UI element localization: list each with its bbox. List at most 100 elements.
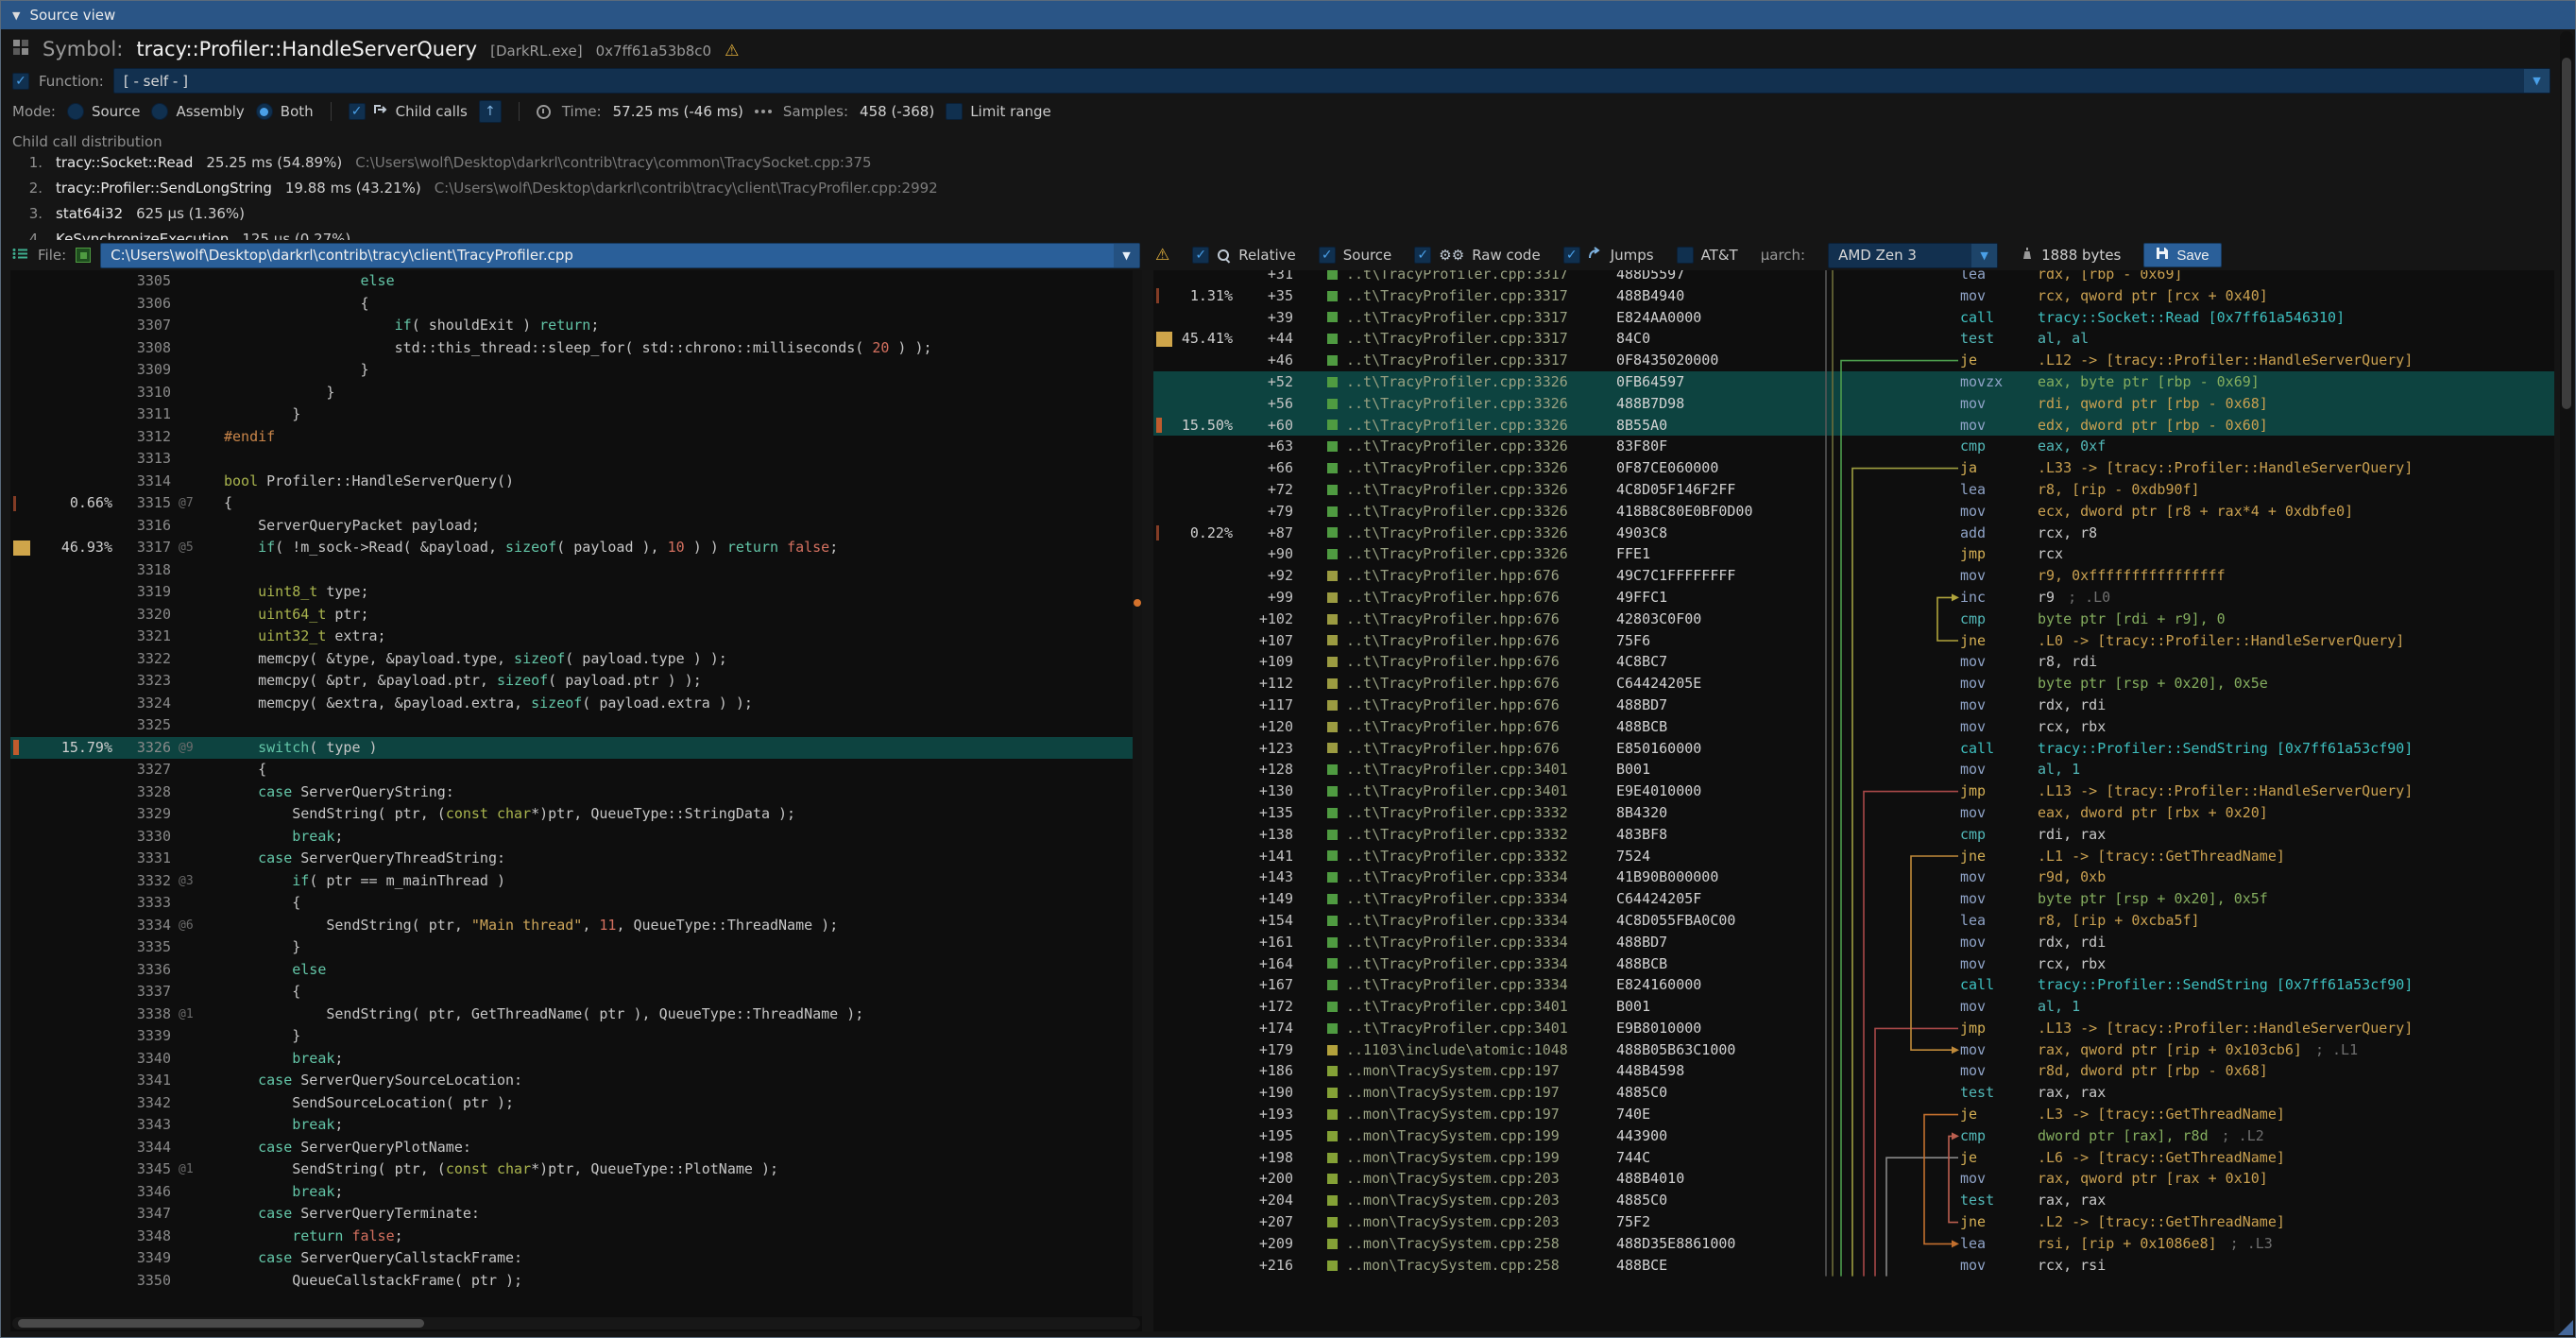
mode-source-radio[interactable]: Source — [67, 103, 141, 120]
source-checkbox[interactable]: ✓ Source — [1319, 247, 1392, 264]
source-line[interactable]: 3319 uint8_t type; — [10, 581, 1142, 604]
source-line[interactable]: 3313 — [10, 448, 1142, 471]
asm-row[interactable]: +216..mon\TracySystem.cpp:258488BCEmovrc… — [1153, 1255, 2554, 1277]
source-line[interactable]: 3343 break; — [10, 1114, 1142, 1137]
asm-row[interactable]: +172..t\TracyProfiler.cpp:3401B001moval,… — [1153, 996, 2554, 1018]
source-line[interactable]: 3346 break; — [10, 1181, 1142, 1204]
asm-row[interactable]: +90..t\TracyProfiler.cpp:3326FFE1jmprcx — [1153, 543, 2554, 565]
asm-row[interactable]: +52..t\TracyProfiler.cpp:33260FB64597mov… — [1153, 371, 2554, 393]
asm-row[interactable]: +31..t\TracyProfiler.cpp:3317488D5597lea… — [1153, 270, 2554, 285]
source-line[interactable]: 3314bool Profiler::HandleServerQuery() — [10, 471, 1142, 493]
source-line[interactable]: 3311 } — [10, 403, 1142, 426]
file-combo[interactable]: C:\Users\wolf\Desktop\darkrl\contrib\tra… — [100, 243, 1140, 268]
function-combo[interactable]: [ - self - ] ▼ — [113, 68, 2550, 94]
asm-row[interactable]: +102..t\TracyProfiler.hpp:67642803C0F00c… — [1153, 609, 2554, 630]
source-line[interactable]: 15.79%3326@9 switch( type ) — [10, 737, 1142, 760]
asm-row[interactable]: +56..t\TracyProfiler.cpp:3326488B7D98mov… — [1153, 393, 2554, 415]
asm-row[interactable]: +193..mon\TracySystem.cpp:197740Eje.L3 -… — [1153, 1104, 2554, 1125]
source-line[interactable]: 3344 case ServerQueryPlotName: — [10, 1137, 1142, 1159]
chevron-down-icon[interactable]: ▼ — [2524, 69, 2550, 93]
relative-checkbox[interactable]: ✓ Relative — [1192, 247, 1296, 264]
jumps-checkbox[interactable]: ✓ Jumps — [1563, 247, 1654, 264]
asm-row[interactable]: +107..t\TracyProfiler.hpp:67675F6jne.L0 … — [1153, 630, 2554, 652]
source-line[interactable]: 3320 uint64_t ptr; — [10, 604, 1142, 626]
asm-row[interactable]: +99..t\TracyProfiler.hpp:67649FFC1incr9;… — [1153, 587, 2554, 609]
asm-row[interactable]: +179..1103\include\atomic:1048488B05B63C… — [1153, 1039, 2554, 1061]
asm-row[interactable]: +195..mon\TracySystem.cpp:199443900cmpdw… — [1153, 1125, 2554, 1147]
source-line[interactable]: 3306 { — [10, 293, 1142, 316]
source-line[interactable]: 3316 ServerQueryPacket payload; — [10, 515, 1142, 538]
source-line[interactable]: 3308 std::this_thread::sleep_for( std::c… — [10, 337, 1142, 360]
collapse-arrow-icon[interactable]: ▼ — [12, 9, 20, 22]
asm-row[interactable]: +39..t\TracyProfiler.cpp:3317E824AA0000c… — [1153, 307, 2554, 329]
asm-row[interactable]: +79..t\TracyProfiler.cpp:3326418B8C80E0B… — [1153, 501, 2554, 523]
source-line[interactable]: 3321 uint32_t extra; — [10, 626, 1142, 648]
source-line[interactable]: 3309 } — [10, 359, 1142, 382]
source-line[interactable]: 3329 SendString( ptr, (const char*)ptr, … — [10, 803, 1142, 826]
limit-range-checkbox[interactable]: ✓ Limit range — [946, 103, 1051, 120]
save-button[interactable]: Save — [2143, 243, 2221, 267]
asm-row[interactable]: +190..mon\TracySystem.cpp:1974885C0testr… — [1153, 1082, 2554, 1104]
source-line[interactable]: 46.93%3317@5 if( !m_sock->Read( &payload… — [10, 537, 1142, 559]
source-line[interactable]: 3324 memcpy( &extra, &payload.extra, siz… — [10, 693, 1142, 715]
source-line[interactable]: 3307 if( shouldExit ) return; — [10, 315, 1142, 337]
window-vertical-scrollbar[interactable] — [2560, 31, 2573, 1333]
mode-assembly-radio[interactable]: Assembly — [151, 103, 244, 120]
child-call-entry[interactable]: 2.tracy::Profiler::SendLongString19.88 m… — [12, 180, 2550, 205]
source-line[interactable]: 3340 break; — [10, 1048, 1142, 1071]
asm-row[interactable]: 15.50%+60..t\TracyProfiler.cpp:33268B55A… — [1153, 415, 2554, 437]
asm-row[interactable]: 45.41%+44..t\TracyProfiler.cpp:331784C0t… — [1153, 328, 2554, 350]
uarch-combo[interactable]: AMD Zen 3 ▼ — [1828, 243, 1998, 268]
asm-row[interactable]: 1.31%+35..t\TracyProfiler.cpp:3317488B49… — [1153, 285, 2554, 307]
source-line[interactable]: 0.66%3315@7{ — [10, 492, 1142, 515]
asm-row[interactable]: +72..t\TracyProfiler.cpp:33264C8D05F146F… — [1153, 479, 2554, 501]
asm-row[interactable]: +209..mon\TracySystem.cpp:258488D35E8861… — [1153, 1233, 2554, 1255]
source-line[interactable]: 3310 } — [10, 382, 1142, 404]
source-horizontal-scrollbar[interactable] — [12, 1317, 1140, 1329]
source-line[interactable]: 3332@3 if( ptr == m_mainThread ) — [10, 870, 1142, 893]
source-line[interactable]: 3330 break; — [10, 826, 1142, 849]
asm-row[interactable]: +167..t\TracyProfiler.cpp:3334E824160000… — [1153, 974, 2554, 996]
child-call-entry[interactable]: 4.KeSynchronizeExecution125 µs (0.27%) — [12, 231, 2550, 240]
asm-row[interactable]: +138..t\TracyProfiler.cpp:3332483BF8cmpr… — [1153, 824, 2554, 846]
asm-row[interactable]: +141..t\TracyProfiler.cpp:33327524jne.L1… — [1153, 846, 2554, 867]
asm-row[interactable]: +143..t\TracyProfiler.cpp:333441B90B0000… — [1153, 866, 2554, 888]
asm-row[interactable]: +204..mon\TracySystem.cpp:2034885C0testr… — [1153, 1190, 2554, 1211]
asm-row[interactable]: +92..t\TracyProfiler.hpp:67649C7C1FFFFFF… — [1153, 565, 2554, 587]
source-line[interactable]: 3347 case ServerQueryTerminate: — [10, 1203, 1142, 1226]
raw-code-checkbox[interactable]: ✓ ⚙⚙ Raw code — [1414, 247, 1540, 264]
asm-row[interactable]: +120..t\TracyProfiler.hpp:676488BCBmovrc… — [1153, 716, 2554, 738]
scrollbar-thumb[interactable] — [2562, 58, 2571, 409]
asm-row[interactable]: +112..t\TracyProfiler.hpp:676C64424205Em… — [1153, 673, 2554, 695]
child-call-entry[interactable]: 3.stat64i32625 µs (1.36%) — [12, 205, 2550, 231]
asm-row[interactable]: +186..mon\TracySystem.cpp:197448B4598mov… — [1153, 1060, 2554, 1082]
asm-row[interactable]: +174..t\TracyProfiler.cpp:3401E9B8010000… — [1153, 1018, 2554, 1039]
propagate-up-button[interactable]: ↑ — [479, 100, 502, 123]
source-line[interactable]: 3312#endif — [10, 426, 1142, 449]
function-checkbox[interactable]: ✓ — [12, 73, 29, 90]
asm-row[interactable]: +161..t\TracyProfiler.cpp:3334488BD7movr… — [1153, 932, 2554, 953]
att-checkbox[interactable]: ✓ AT&T — [1677, 247, 1738, 264]
asm-row[interactable]: +198..mon\TracySystem.cpp:199744Cje.L6 -… — [1153, 1147, 2554, 1169]
titlebar[interactable]: ▼ Source view — [1, 1, 2575, 29]
source-line[interactable]: 3323 memcpy( &ptr, &payload.ptr, sizeof(… — [10, 670, 1142, 693]
child-calls-checkbox[interactable]: ✓ Child calls — [349, 103, 468, 120]
asm-row[interactable]: +130..t\TracyProfiler.cpp:3401E9E4010000… — [1153, 780, 2554, 802]
source-line[interactable]: 3322 memcpy( &type, &payload.type, sizeo… — [10, 648, 1142, 671]
asm-row[interactable]: +207..mon\TracySystem.cpp:20375F2jne.L2 … — [1153, 1211, 2554, 1233]
source-line[interactable]: 3339 } — [10, 1025, 1142, 1048]
asm-row[interactable]: +154..t\TracyProfiler.cpp:33344C8D055FBA… — [1153, 910, 2554, 932]
chevron-down-icon[interactable]: ▼ — [1971, 244, 1997, 267]
asm-warning-icon[interactable]: ⚠ — [1155, 246, 1169, 265]
asm-row[interactable]: +117..t\TracyProfiler.hpp:676488BD7movrd… — [1153, 695, 2554, 716]
source-line[interactable]: 3333 { — [10, 892, 1142, 915]
asm-row[interactable]: +66..t\TracyProfiler.cpp:33260F87CE06000… — [1153, 457, 2554, 479]
chevron-down-icon[interactable]: ▼ — [1114, 244, 1139, 267]
source-line[interactable]: 3345@1 SendString( ptr, (const char*)ptr… — [10, 1158, 1142, 1181]
asm-row[interactable]: +46..t\TracyProfiler.cpp:33170F843502000… — [1153, 350, 2554, 371]
mode-both-radio[interactable]: Both — [256, 103, 314, 120]
source-line[interactable]: 3318 — [10, 559, 1142, 582]
source-line[interactable]: 3328 case ServerQueryString: — [10, 781, 1142, 804]
source-line[interactable]: 3341 case ServerQuerySourceLocation: — [10, 1070, 1142, 1092]
source-line[interactable]: 3305 else — [10, 270, 1142, 293]
